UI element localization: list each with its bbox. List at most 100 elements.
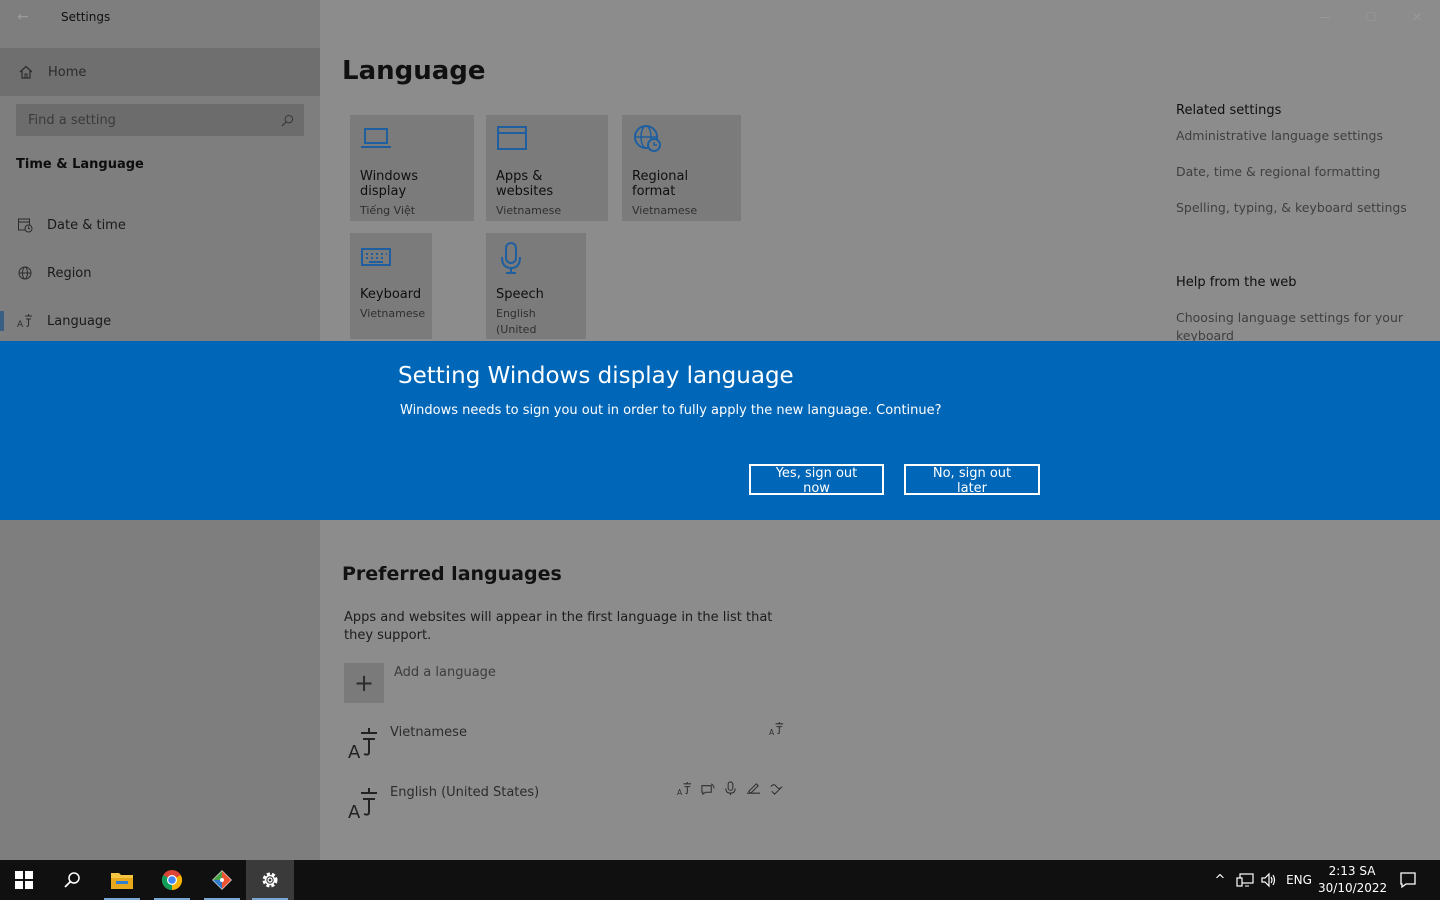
svg-text:A: A [17,320,24,329]
tile-name: Keyboard [360,287,422,302]
svg-text:A: A [348,802,361,821]
action-center-button[interactable] [1394,860,1422,900]
related-settings-title: Related settings [1176,103,1282,118]
section-title: Time & Language [16,157,144,172]
maximize-button[interactable]: ☐ [1348,0,1394,34]
tile-name: Windows display [360,169,419,199]
title-bar: ← Settings [0,0,320,34]
sign-out-dialog: Setting Windows display language Windows… [0,341,1440,520]
input-language-indicator[interactable]: ENG [1284,860,1314,900]
basic-typing-icon [770,784,783,795]
language-features: A [677,781,784,796]
taskbar-settings[interactable] [246,860,294,900]
settings-icon [262,872,278,888]
show-hidden-icons-button[interactable]: ^ [1210,860,1230,900]
tile-name: Apps & websites [496,169,554,199]
taskbar-chrome[interactable] [148,860,196,900]
home-icon [19,65,33,79]
language-icon: A [348,788,377,821]
start-button[interactable] [0,860,48,900]
volume-button[interactable] [1258,860,1280,900]
tile-windows-display[interactable]: Windows display Tiếng Việt [350,115,474,221]
taskbar-file-explorer[interactable] [98,860,146,900]
minimize-button[interactable]: — [1302,0,1348,34]
dialog-message: Windows needs to sign you out in order t… [400,403,942,418]
close-button[interactable]: ✕ [1394,0,1440,34]
start-icon [15,871,33,889]
window-icon [497,126,527,150]
add-language-label: Add a language [394,665,496,680]
yes-sign-out-now-button[interactable]: Yes, sign out now [749,464,884,496]
sidebar-item-language[interactable]: A Language [0,301,320,341]
laptop-icon [361,128,391,148]
clock-date: 30/10/2022 [1318,881,1388,895]
taskbar-search-button[interactable] [48,860,96,900]
link-choosing-language-settings[interactable]: Choosing language settings for your keyb… [1176,309,1426,345]
tile-speech[interactable]: Speech English (United States) [486,233,586,352]
sidebar-item-home[interactable]: Home [0,48,320,96]
link-date-time-regional[interactable]: Date, time & regional formatting [1176,164,1426,179]
speech-recognition-icon [725,781,736,796]
tile-value: Vietnamese [632,204,698,217]
plus-icon: + [344,663,384,703]
tile-regional-format[interactable]: Regional format Vietnamese [622,115,741,221]
window-controls: — ☐ ✕ [1302,0,1440,34]
language-icon: A [17,314,32,329]
language-row-vietnamese[interactable]: A Vietnamese A [344,721,784,769]
sidebar-item-label: Date & time [47,217,126,233]
tile-value: Vietnamese [496,204,562,217]
link-spelling-typing-keyboard[interactable]: Spelling, typing, & keyboard settings [1176,200,1426,215]
preferred-languages-description: Apps and websites will appear in the fir… [344,610,773,643]
app-title: Settings [61,10,111,24]
home-label: Home [48,64,87,80]
svg-text:A: A [348,742,361,761]
network-button[interactable] [1234,860,1256,900]
text-to-speech-icon [701,783,715,796]
dialog-title: Setting Windows display language [398,363,794,389]
notification-icon [1400,872,1416,889]
tile-name: Speech [496,287,544,302]
language-row-english-us[interactable]: A English (United States) A [344,781,784,829]
search-icon [64,872,80,888]
search-box [16,104,304,136]
handwriting-icon [746,783,761,794]
svg-text:A: A [677,788,683,796]
help-from-web: Help from the web Choosing language sett… [1176,275,1426,345]
language-icon: A [348,728,377,761]
network-icon [1236,873,1254,887]
display-language-icon: A [769,721,784,736]
git-icon [212,870,232,890]
link-administrative-language[interactable]: Administrative language settings [1176,128,1426,143]
tile-value: Tiếng Việt [360,204,416,217]
back-button[interactable]: ← [0,0,46,34]
svg-text:A: A [769,728,775,736]
clock[interactable]: 2:13 SA 30/10/2022 [1318,863,1388,897]
globe-icon [18,266,32,280]
tile-value: Vietnamese [360,307,426,320]
sidebar-item-label: Region [47,265,92,281]
search-icon[interactable] [281,114,294,127]
taskbar-git[interactable] [198,860,246,900]
chrome-icon [161,870,183,891]
help-title: Help from the web [1176,275,1297,290]
keyboard-icon [361,248,391,266]
display-language-icon: A [677,781,692,796]
search-input[interactable] [28,112,268,128]
tile-name: Regional format [632,169,689,199]
sidebar-item-date-time[interactable]: Date & time [0,205,320,245]
page-title: Language [342,56,486,86]
no-sign-out-later-button[interactable]: No, sign out later [904,464,1040,496]
clock-time: 2:13 SA [1328,864,1376,878]
preferred-languages-title: Preferred languages [342,563,562,585]
volume-icon [1261,872,1276,888]
file-explorer-icon [111,873,133,889]
settings-window: ← Settings Home Time & Language Date & t… [0,0,1440,860]
taskbar: ^ ENG 2:13 SA 30/10/2022 [0,860,1440,900]
sidebar-item-region[interactable]: Region [0,253,320,293]
add-language-button[interactable]: + Add a language [344,663,496,703]
language-features: A [769,721,784,736]
tile-keyboard[interactable]: Keyboard Vietnamese [350,233,432,339]
tile-apps-websites[interactable]: Apps & websites Vietnamese [486,115,608,221]
language-name: Vietnamese [390,725,467,740]
date-time-icon [18,218,33,233]
